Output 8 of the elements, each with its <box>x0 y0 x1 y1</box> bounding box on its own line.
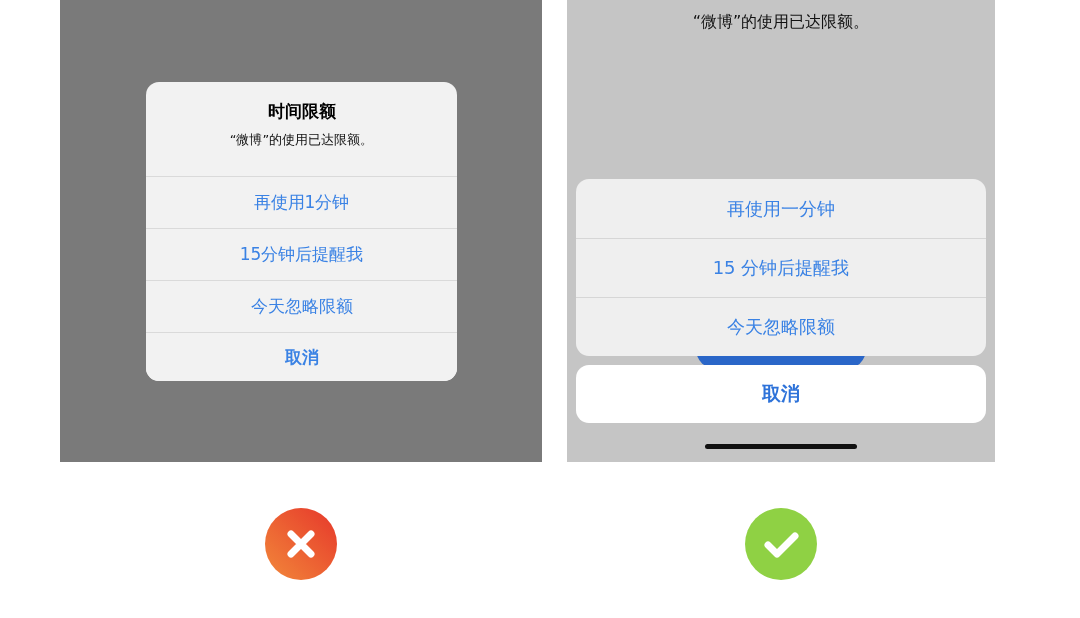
cancel-button[interactable]: 取消 <box>146 332 457 381</box>
alert-title: 时间限额 <box>267 100 336 123</box>
action-button[interactable]: 再使用一分钟 <box>576 179 986 238</box>
action-button[interactable]: 15 分钟后提醒我 <box>576 238 986 297</box>
alert-message: “微博”的使用已达限额。 <box>229 131 374 149</box>
action-button[interactable]: 今天忽略限额 <box>576 297 986 356</box>
message-text: “微博”的使用已达限额。 <box>692 12 870 33</box>
cancel-button[interactable]: 取消 <box>576 365 986 423</box>
